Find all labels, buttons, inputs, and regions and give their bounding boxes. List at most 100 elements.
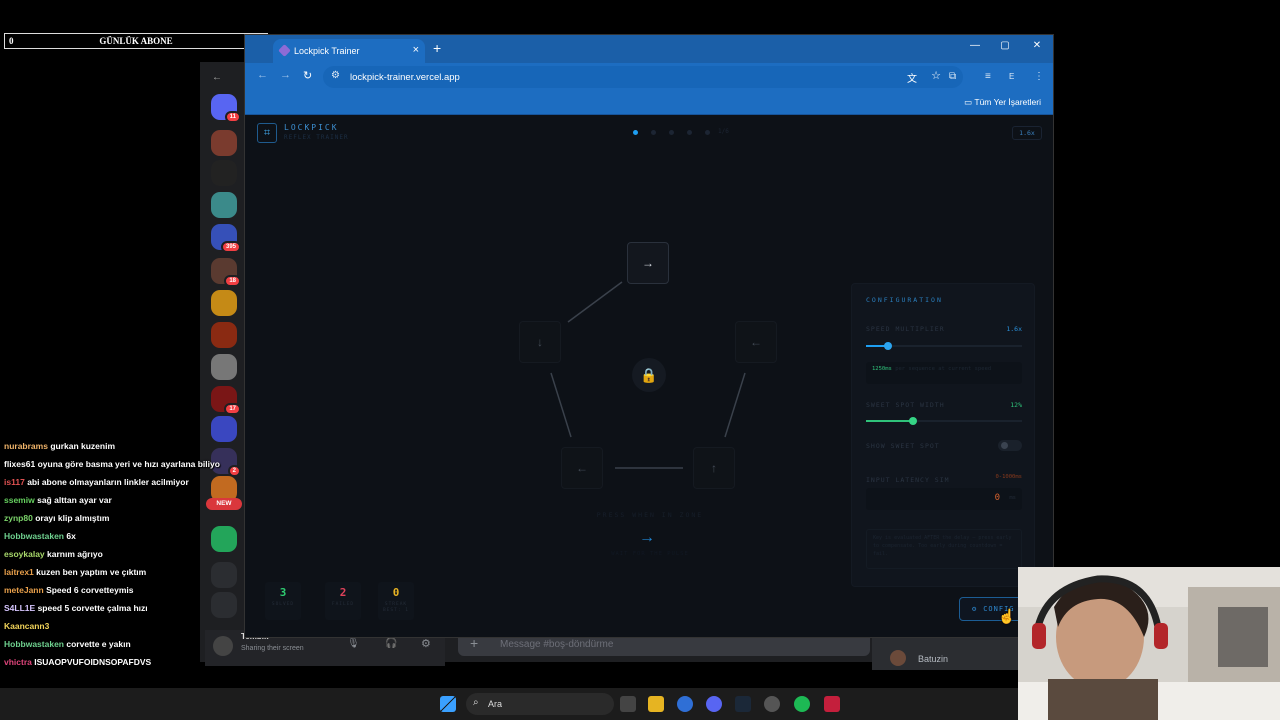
latency-range: 0-1000ms <box>995 474 1023 480</box>
reload-icon[interactable]: ↻ <box>303 69 312 82</box>
chat-message: laitrex1 kuzen ben yaptım ve çıktım <box>4 563 240 581</box>
chat-username[interactable]: Kaancann3 <box>4 621 49 631</box>
address-bar-row: ← → ↻ ⚙ lockpick-trainer.vercel.app 文 ☆ … <box>245 63 1053 91</box>
server-icon[interactable]: 17 <box>211 386 241 415</box>
chat-message: S4LL1E speed 5 corvette çalma hızı <box>4 599 240 617</box>
discord-icon[interactable] <box>706 696 722 712</box>
translate-icon[interactable]: 文 <box>907 70 917 85</box>
arrow-key-bottom-left: ← <box>561 447 603 489</box>
slider-thumb[interactable] <box>884 342 892 350</box>
member-name[interactable]: Batuzin <box>918 654 948 664</box>
new-tab-button[interactable]: + <box>433 40 441 56</box>
speed-slider[interactable] <box>866 342 1022 350</box>
arrow-key-right: ← <box>735 321 777 363</box>
headphones-icon[interactable]: 🎧 <box>385 638 397 649</box>
all-bookmarks-button[interactable]: ▭ Tüm Yer İşaretleri <box>964 97 1041 108</box>
discord-home-icon[interactable]: 11 <box>211 94 241 123</box>
arrow-key-left: ↓ <box>519 321 561 363</box>
close-window-button[interactable]: ✕ <box>1023 40 1051 51</box>
latency-label: INPUT LATENCY SIM <box>866 476 950 484</box>
webcam-feed <box>1018 567 1280 720</box>
mic-icon[interactable]: 🎙 <box>347 638 360 649</box>
chat-message: vhictra ISUAOPVUFOIDNSOPAFDVS <box>4 653 240 671</box>
server-icon[interactable] <box>211 192 237 218</box>
avatar[interactable] <box>890 650 906 666</box>
chrome-icon[interactable] <box>677 696 693 712</box>
server-icon[interactable]: 18 <box>211 258 241 287</box>
star-icon[interactable]: ☆ <box>931 69 941 82</box>
server-icon[interactable] <box>211 322 237 348</box>
chat-username[interactable]: Hobbwastaken <box>4 639 64 649</box>
chat-text: speed 5 corvette çalma hızı <box>37 603 148 613</box>
latency-value: 0 <box>994 493 1000 503</box>
windows-start-icon[interactable] <box>440 696 456 712</box>
chat-text: 6x <box>66 531 76 541</box>
stat-streak: 0 STREAK BEST: 1 <box>378 582 414 620</box>
toggle-knob <box>1001 442 1008 449</box>
chat-username[interactable]: vhictra <box>4 657 32 667</box>
chat-text: kuzen ben yaptım ve çıktım <box>36 567 147 577</box>
server-icon[interactable]: 395 <box>211 224 241 253</box>
configuration-panel: CONFIGURATION SPEED MULTIPLIER 1.6x 1250… <box>851 283 1035 587</box>
profile-avatar[interactable]: E <box>1009 72 1014 81</box>
back-icon[interactable]: ← <box>257 69 268 81</box>
file-explorer-icon[interactable] <box>648 696 664 712</box>
chat-text: gurkan kuzenim <box>50 441 116 451</box>
search-label: Ara <box>488 699 503 709</box>
server-icon[interactable] <box>211 130 237 156</box>
back-icon[interactable]: ← <box>212 72 222 83</box>
arrow-key-top: → <box>627 242 669 284</box>
server-icon[interactable] <box>211 160 237 186</box>
app-icon[interactable] <box>824 696 840 712</box>
lock-icon: 🔒 <box>632 358 666 392</box>
lockpick-app: ⌗ LOCKPICK REFLEX TRAINER 1/6 1.6x → ↓ ←… <box>245 115 1053 637</box>
server-icon[interactable] <box>211 354 237 380</box>
show-sweet-spot-toggle[interactable] <box>998 440 1022 451</box>
badge: 11 <box>224 111 241 123</box>
chat-username[interactable]: is117 <box>4 477 25 487</box>
steam-icon[interactable] <box>735 696 751 712</box>
chat-message: Hobbwastaken 6x <box>4 527 240 545</box>
chat-username[interactable]: Hobbwastaken <box>4 531 64 541</box>
task-view-icon[interactable] <box>620 696 636 712</box>
chat-username[interactable]: S4LL1E <box>4 603 35 613</box>
chat-text: Speed 6 corvetteymis <box>46 585 134 595</box>
forward-icon[interactable]: → <box>280 69 291 81</box>
sweet-spot-slider[interactable] <box>866 417 1022 425</box>
speed-label: SPEED MULTIPLIER <box>866 325 945 333</box>
kebab-menu-icon[interactable]: ⋮ <box>1034 71 1044 82</box>
chat-username[interactable]: esoykalay <box>4 549 45 559</box>
settings-app-icon[interactable] <box>764 696 780 712</box>
chat-username[interactable]: nurabrams <box>4 441 48 451</box>
show-sweet-spot-label: SHOW SWEET SPOT <box>866 442 940 450</box>
speed-info: 1250ms per sequence at current speed <box>866 362 1022 384</box>
taskbar-search[interactable]: ⌕ Ara <box>466 693 614 715</box>
url-text: lockpick-trainer.vercel.app <box>350 71 460 83</box>
latency-note: Key is evaluated AFTER the delay — press… <box>866 529 1022 569</box>
extensions-icon[interactable]: ⧉ <box>949 71 956 82</box>
site-favicon-icon <box>278 44 291 57</box>
url-field[interactable]: ⚙ lockpick-trainer.vercel.app 文 ☆ <box>323 66 963 88</box>
slider-thumb[interactable] <box>909 417 917 425</box>
server-icon[interactable] <box>211 290 237 316</box>
chat-username[interactable]: ssemiw <box>4 495 35 505</box>
media-icon[interactable]: ≡ <box>985 71 991 82</box>
stream-chat: nurabrams gurkan kuzenim flixes61 oyuna g… <box>4 437 240 671</box>
chat-username[interactable]: meteJann <box>4 585 44 595</box>
chat-username[interactable]: laitrex1 <box>4 567 34 577</box>
spotify-icon[interactable] <box>794 696 810 712</box>
browser-window: Lockpick Trainer × + — ▢ ✕ ← → ↻ ⚙ lockp… <box>244 34 1054 638</box>
latency-input[interactable]: 0 ms <box>866 488 1022 510</box>
badge: 17 <box>224 403 241 415</box>
sweet-spot-label: SWEET SPOT WIDTH <box>866 401 945 409</box>
maximize-button[interactable]: ▢ <box>991 40 1019 51</box>
minimize-button[interactable]: — <box>961 40 989 51</box>
speed-info-text: per sequence at current speed <box>895 366 992 372</box>
close-tab-icon[interactable]: × <box>413 44 419 56</box>
site-info-icon[interactable]: ⚙ <box>331 70 340 81</box>
gear-icon[interactable]: ⚙ <box>421 637 431 650</box>
chat-username[interactable]: zynp80 <box>4 513 33 523</box>
tab-lockpick[interactable]: Lockpick Trainer × <box>273 39 425 63</box>
user-status: Sharing their screen <box>241 645 304 652</box>
chat-username[interactable]: flixes61 <box>4 459 35 469</box>
